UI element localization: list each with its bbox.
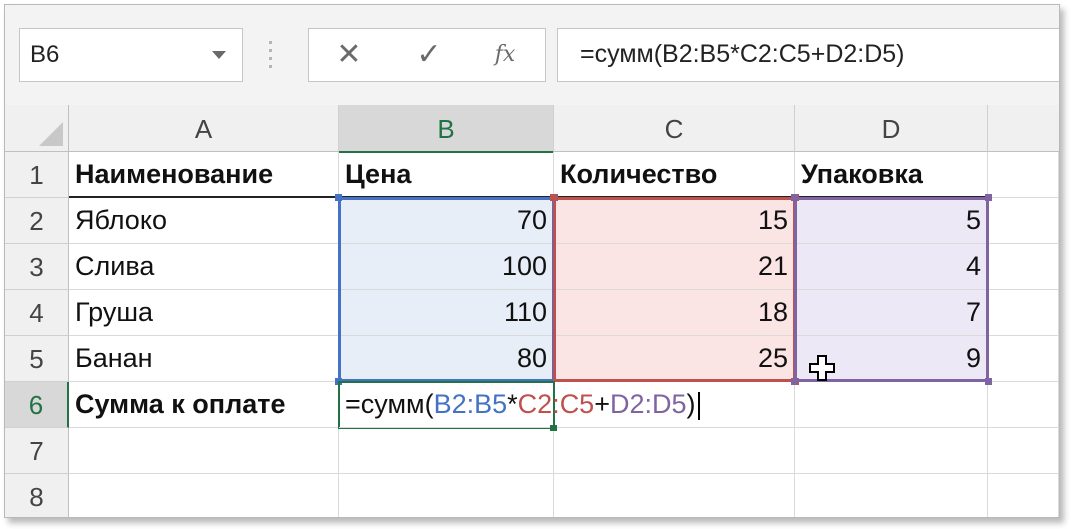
- edit-token-func: =сумм(: [345, 389, 434, 419]
- row-header-5[interactable]: 5: [5, 336, 69, 382]
- select-all-button[interactable]: [5, 105, 69, 152]
- row-header-7[interactable]: 7: [5, 428, 69, 474]
- cell-b1[interactable]: Цена: [339, 152, 554, 198]
- cell-c3[interactable]: 21: [554, 244, 795, 290]
- row-header-6[interactable]: 6: [5, 382, 69, 428]
- range-handle-d-tr[interactable]: [985, 194, 992, 201]
- column-header-d[interactable]: D: [795, 105, 988, 152]
- select-all-icon: [39, 122, 63, 146]
- cell-c2[interactable]: 15: [554, 198, 795, 244]
- cell-c1[interactable]: Количество: [554, 152, 795, 198]
- cell-d8[interactable]: [795, 474, 988, 517]
- name-box-value: B6: [30, 41, 60, 68]
- chevron-down-icon[interactable]: [212, 51, 226, 59]
- row-header-2[interactable]: 2: [5, 198, 69, 244]
- cell-e1[interactable]: [988, 152, 1059, 198]
- range-handle-d-bl[interactable]: [791, 378, 798, 385]
- cell-c7[interactable]: [554, 428, 795, 474]
- edit-token-range-d: D2:D5: [609, 389, 687, 419]
- cell-b2[interactable]: 70: [339, 198, 554, 244]
- range-handle-b-tl[interactable]: [335, 194, 342, 201]
- range-handle-d-br[interactable]: [985, 378, 992, 385]
- edit-token-multiply: *: [507, 389, 518, 419]
- cell-c4[interactable]: 18: [554, 290, 795, 336]
- worksheet-grid: A B C D 1 2 3 4 5 6 7 8 Наименование Цен…: [5, 105, 1059, 517]
- edit-token-range-c: C2:C5: [517, 389, 595, 419]
- cell-a4[interactable]: Груша: [69, 290, 339, 336]
- enter-button[interactable]: ✓: [409, 37, 449, 73]
- cell-c8[interactable]: [554, 474, 795, 517]
- cell-a6[interactable]: Сумма к оплате: [69, 382, 339, 428]
- cell-e8[interactable]: [988, 474, 1059, 517]
- cell-b7[interactable]: [339, 428, 554, 474]
- cell-d4[interactable]: 7: [795, 290, 988, 336]
- cell-e2[interactable]: [988, 198, 1059, 244]
- cell-b3[interactable]: 100: [339, 244, 554, 290]
- formula-bar: B6 ✕ ✓ fx =сумм(B2:B5*C2:C5+D2:D5): [5, 5, 1059, 105]
- column-header-c[interactable]: C: [554, 105, 795, 152]
- cell-e6[interactable]: [988, 382, 1059, 428]
- row-header-4[interactable]: 4: [5, 290, 69, 336]
- formula-input[interactable]: =сумм(B2:B5*C2:C5+D2:D5): [557, 28, 1059, 82]
- cancel-button[interactable]: ✕: [329, 37, 369, 73]
- edit-token-close: ): [686, 389, 696, 419]
- edit-token-plus: +: [594, 389, 610, 419]
- row-header-3[interactable]: 3: [5, 244, 69, 290]
- cell-a5[interactable]: Банан: [69, 336, 339, 382]
- column-header-b[interactable]: B: [339, 105, 554, 153]
- cell-d1[interactable]: Упаковка: [795, 152, 988, 198]
- edit-token-range-b: B2:B5: [433, 389, 508, 419]
- cell-e4[interactable]: [988, 290, 1059, 336]
- cell-d2[interactable]: 5: [795, 198, 988, 244]
- cell-e7[interactable]: [988, 428, 1059, 474]
- column-header-e[interactable]: [988, 105, 1059, 152]
- cross-cursor-icon: [809, 355, 835, 381]
- fill-handle[interactable]: [550, 425, 557, 431]
- cell-d7[interactable]: [795, 428, 988, 474]
- range-handle-c-tl[interactable]: [550, 194, 557, 201]
- cell-b5[interactable]: 80: [339, 336, 554, 382]
- range-handle-d-tl[interactable]: [791, 194, 798, 201]
- row-header-1[interactable]: 1: [5, 152, 69, 198]
- formula-bar-grip-icon[interactable]: [269, 41, 273, 69]
- cell-c5[interactable]: 25: [554, 336, 795, 382]
- cell-a1[interactable]: Наименование: [69, 152, 339, 198]
- formula-buttons: ✕ ✓ fx: [308, 28, 546, 82]
- cell-a7[interactable]: [69, 428, 339, 474]
- cell-d3[interactable]: 4: [795, 244, 988, 290]
- cell-b8[interactable]: [339, 474, 554, 517]
- column-header-a[interactable]: A: [69, 105, 339, 152]
- cell-e3[interactable]: [988, 244, 1059, 290]
- insert-function-button[interactable]: fx: [485, 37, 525, 73]
- cell-a3[interactable]: Слива: [69, 244, 339, 290]
- row-header-8[interactable]: 8: [5, 474, 69, 517]
- cell-e5[interactable]: [988, 336, 1059, 382]
- formula-text: =сумм(B2:B5*C2:C5+D2:D5): [580, 40, 905, 68]
- spreadsheet-window: B6 ✕ ✓ fx =сумм(B2:B5*C2:C5+D2:D5) A B C…: [4, 4, 1060, 518]
- cell-a2[interactable]: Яблоко: [69, 198, 339, 244]
- text-caret: [697, 391, 700, 420]
- name-box[interactable]: B6: [19, 28, 243, 82]
- cell-a8[interactable]: [69, 474, 339, 517]
- cell-b4[interactable]: 110: [339, 290, 554, 336]
- cell-b6-editing[interactable]: =сумм(B2:B5*C2:C5+D2:D5): [339, 382, 700, 428]
- cell-d6[interactable]: [795, 382, 988, 428]
